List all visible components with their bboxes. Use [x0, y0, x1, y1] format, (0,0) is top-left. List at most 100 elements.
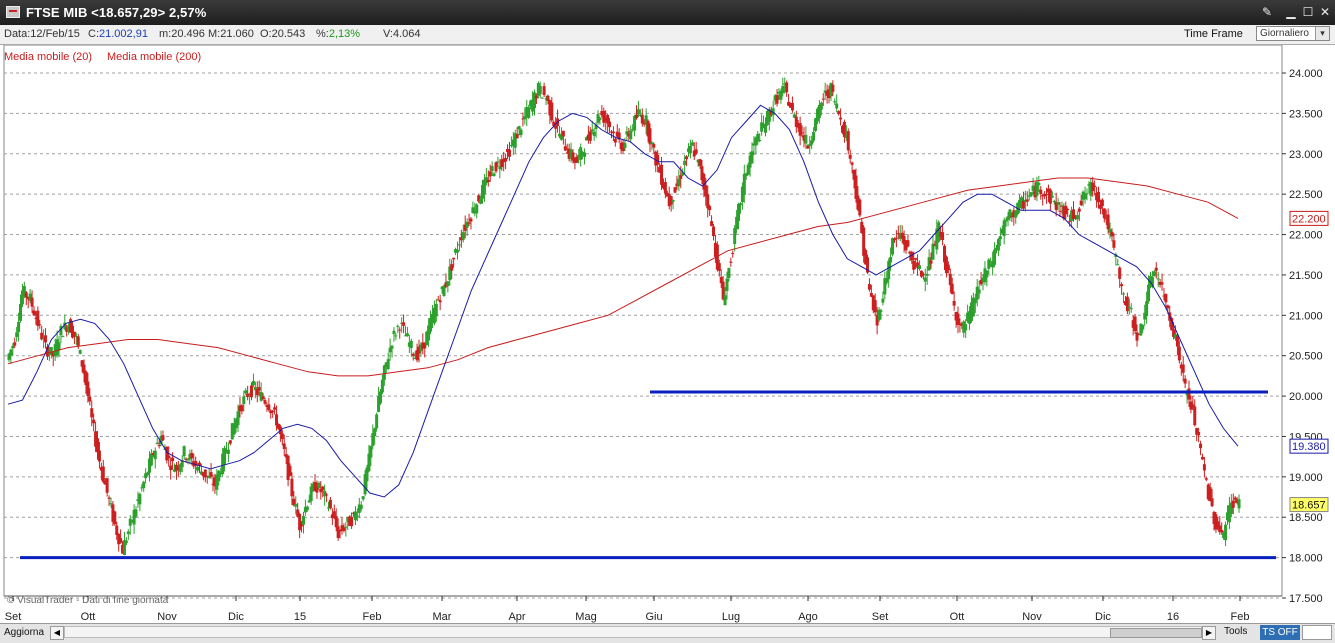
candle-body [902, 236, 906, 245]
candle-body [540, 97, 544, 99]
candle-body [921, 273, 925, 275]
candle-body [623, 143, 627, 148]
candle-body [398, 329, 402, 331]
y-tick-label: 24.000 [1289, 68, 1323, 80]
quote-info-bar: Data:12/Feb/15 C:21.002,91 m:20.496 M:21… [0, 25, 1335, 45]
price-chart-area[interactable]: 24.000 23.500 23.000 22.500 22.000 21.500 21.0… [0, 45, 1335, 623]
maximize-icon[interactable]: ☐ [1300, 4, 1316, 20]
candle-body [1102, 208, 1106, 219]
candle-body [867, 284, 871, 290]
candle-body [1177, 346, 1181, 361]
candle-body [305, 506, 309, 511]
candle-body [583, 152, 587, 157]
close-icon[interactable]: ✕ [1317, 4, 1333, 20]
x-tick-label: Lug [722, 611, 740, 623]
candle-body [282, 443, 286, 449]
candle-body [750, 151, 754, 164]
candle-body [1093, 185, 1097, 187]
candle-body [694, 149, 698, 154]
candle-body [96, 438, 100, 453]
candle-body [663, 182, 667, 194]
candle-body [948, 273, 952, 286]
candle-body [835, 103, 839, 109]
chevron-down-icon[interactable]: ▾ [1315, 27, 1329, 40]
candle-body [635, 114, 639, 119]
price-chart[interactable]: 24.000 23.500 23.000 22.500 22.000 21.500 21.0… [0, 45, 1335, 623]
plot-frame [3, 45, 1283, 597]
candle-body [17, 321, 21, 333]
candle-body [486, 179, 490, 183]
scroll-left-icon[interactable]: ◀ [50, 626, 64, 640]
candle-body [1233, 497, 1237, 500]
candle-body [1110, 231, 1114, 237]
candle-body [598, 117, 602, 120]
candle-body [656, 154, 660, 165]
percent-readout: %:2,13% [316, 28, 361, 40]
time-frame-label: Time Frame [1184, 28, 1243, 40]
candle-body [1100, 199, 1104, 206]
candle-body [350, 517, 354, 527]
candle-body [1135, 332, 1139, 341]
candle-body [328, 499, 332, 509]
candle-body [673, 187, 677, 193]
candle-body [61, 336, 65, 338]
y-tick-label: 22.000 [1289, 230, 1323, 242]
candle-body [1197, 432, 1201, 436]
candle-body [636, 109, 640, 115]
candle-body [998, 236, 1002, 240]
candle-body [209, 472, 213, 477]
time-frame-select[interactable]: Giornaliero ▾ [1256, 26, 1330, 41]
x-tick-label: Set [872, 611, 889, 623]
candle-body [712, 226, 716, 237]
candle-body [97, 450, 101, 462]
candle-body [494, 162, 498, 172]
candle-body [812, 132, 816, 141]
candle-body [1118, 267, 1122, 279]
candle-body [361, 496, 365, 500]
candle-body [359, 504, 363, 509]
candle-body [929, 260, 933, 264]
x-tick-label: 15 [294, 611, 306, 623]
scroll-right-icon[interactable]: ▶ [1202, 626, 1216, 640]
scrollbar-thumb[interactable] [1110, 628, 1202, 638]
refresh-button[interactable]: Aggiorna [4, 626, 46, 640]
candle-body [72, 331, 76, 337]
ts-value-box[interactable] [1302, 625, 1332, 640]
candle-body [15, 332, 19, 338]
candle-body [382, 365, 386, 380]
candle-body [1145, 301, 1149, 317]
candle-body [11, 345, 15, 349]
candle-body [1125, 296, 1129, 312]
candle-body [977, 289, 981, 294]
candle-body [648, 128, 652, 145]
candle-body [469, 218, 473, 222]
tools-icon[interactable]: ✎ [1259, 4, 1275, 20]
candle-body [373, 428, 377, 437]
candle-body [390, 345, 394, 349]
candle-body [88, 396, 92, 402]
candle-body [142, 481, 146, 489]
x-tick-label: Ott [950, 611, 965, 623]
candle-body [896, 233, 900, 235]
watermark: © VisualTrader - Dati di fine giornata [7, 595, 169, 606]
candle-body [1075, 215, 1079, 220]
candle-body [496, 161, 500, 163]
candle-body [842, 121, 846, 137]
candle-body [1112, 240, 1116, 248]
candle-body [317, 482, 321, 488]
candle-body [733, 228, 737, 245]
candle-body [1154, 267, 1158, 271]
candle-body [1039, 189, 1043, 195]
candle-body [837, 111, 841, 115]
candle-body [19, 304, 23, 321]
candle-body [550, 102, 554, 121]
candle-body [105, 478, 109, 493]
tools-button[interactable]: Tools [1224, 626, 1247, 637]
minimize-icon[interactable]: ▁ [1283, 4, 1299, 20]
ts-off-button[interactable]: TS OFF [1260, 625, 1300, 640]
candle-body [892, 238, 896, 241]
candle-body [894, 237, 898, 239]
candle-body [325, 494, 329, 496]
candle-body [1160, 282, 1164, 285]
horizontal-scrollbar[interactable] [64, 626, 1202, 638]
